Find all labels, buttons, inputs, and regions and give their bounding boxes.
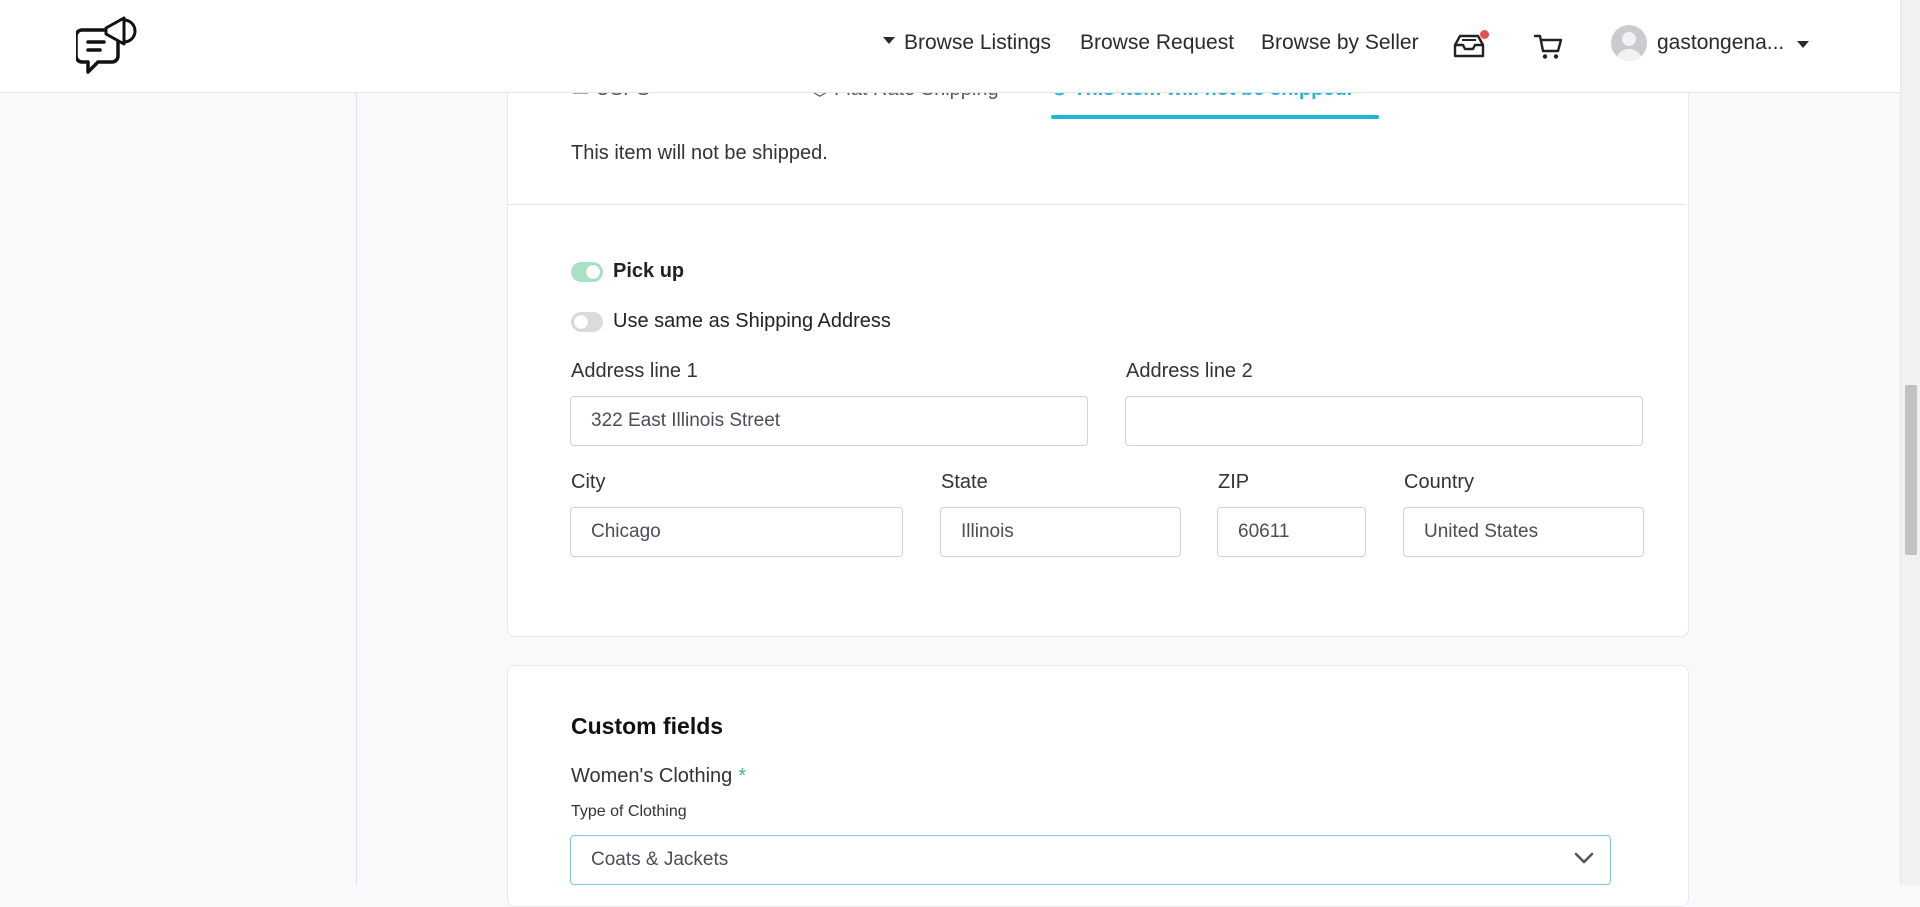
cart-icon[interactable] bbox=[1533, 33, 1563, 61]
caret-down-icon[interactable] bbox=[1797, 41, 1809, 48]
nav-browse-listings[interactable]: Browse Listings bbox=[883, 31, 1051, 55]
caret-down-icon bbox=[883, 36, 895, 44]
custom-fields-title: Custom fields bbox=[571, 713, 724, 739]
content-left-border bbox=[356, 92, 357, 885]
chevron-down-icon bbox=[1574, 852, 1594, 864]
address-line2-input[interactable] bbox=[1125, 396, 1643, 446]
nav-browse-request[interactable]: Browse Request bbox=[1080, 31, 1234, 55]
page-scrollbar[interactable] bbox=[1900, 0, 1920, 885]
notification-dot bbox=[1480, 30, 1489, 39]
womens-clothing-label: Women's Clothing * bbox=[571, 765, 747, 787]
country-label: Country bbox=[1404, 471, 1475, 493]
type-of-clothing-label: Type of Clothing bbox=[571, 803, 687, 820]
active-tab-indicator bbox=[1051, 115, 1379, 119]
pickup-toggle[interactable] bbox=[571, 262, 603, 282]
zip-label: ZIP bbox=[1218, 471, 1250, 493]
no-shipping-note: This item will not be shipped. bbox=[571, 142, 828, 164]
same-as-shipping-toggle[interactable] bbox=[571, 312, 603, 332]
country-input[interactable] bbox=[1403, 507, 1644, 557]
clothing-type-select[interactable]: Coats & Jackets bbox=[570, 835, 1611, 885]
selected-value: Coats & Jackets bbox=[591, 849, 729, 870]
required-mark: * bbox=[738, 765, 747, 787]
zip-input[interactable] bbox=[1217, 507, 1366, 557]
nav-browse-by-seller[interactable]: Browse by Seller bbox=[1261, 31, 1419, 55]
top-navbar: Browse Listings Browse Request Browse by… bbox=[0, 0, 1900, 93]
state-input[interactable] bbox=[940, 507, 1181, 557]
city-label: City bbox=[571, 471, 606, 493]
card-divider bbox=[508, 204, 1686, 205]
username[interactable]: gastongena... bbox=[1657, 31, 1784, 55]
city-input[interactable] bbox=[570, 507, 903, 557]
avatar-icon bbox=[1616, 32, 1642, 61]
chat-megaphone-logo[interactable] bbox=[76, 12, 138, 78]
address-line1-input[interactable] bbox=[570, 396, 1088, 446]
avatar[interactable] bbox=[1611, 25, 1647, 61]
same-as-shipping-label: Use same as Shipping Address bbox=[613, 310, 891, 332]
state-label: State bbox=[941, 471, 988, 493]
address-line1-label: Address line 1 bbox=[571, 360, 698, 382]
address-line2-label: Address line 2 bbox=[1126, 360, 1253, 382]
scrollbar-thumb[interactable] bbox=[1905, 385, 1917, 555]
pickup-label: Pick up bbox=[613, 260, 685, 282]
